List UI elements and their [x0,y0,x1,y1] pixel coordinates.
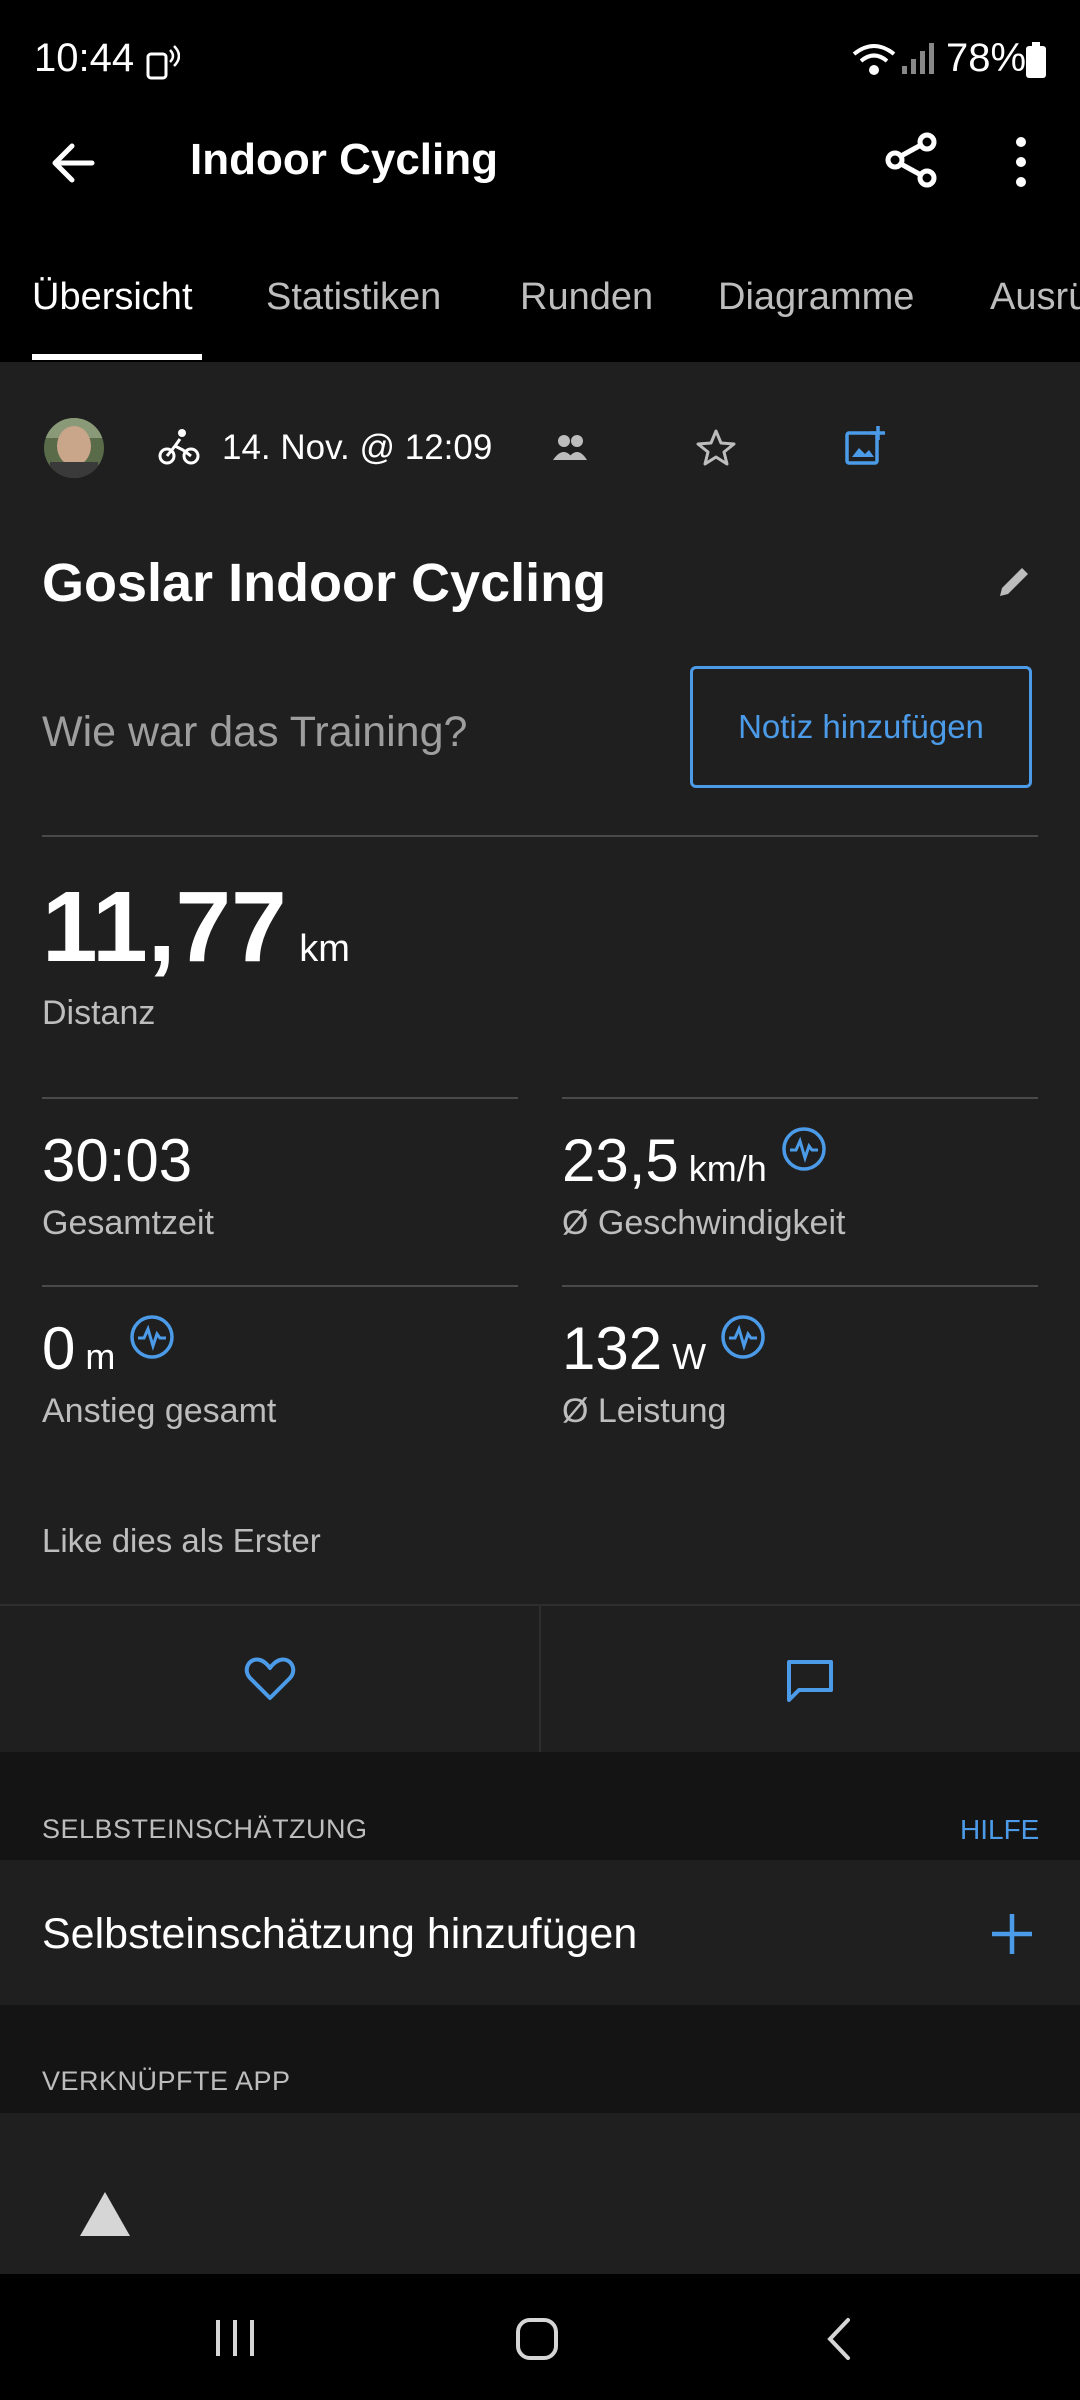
avg-power-label: Ø Leistung [562,1392,727,1430]
sensor-badge-icon [721,1315,765,1359]
edit-pencil-icon[interactable] [996,562,1034,600]
tab-statistics[interactable]: Statistiken [266,276,441,319]
activity-date: 14. Nov. @ 12:09 [222,428,493,467]
tab-overview[interactable]: Übersicht [32,276,193,319]
avg-speed-label: Ø Geschwindigkeit [562,1204,846,1242]
distance-value: 11,77 [42,871,287,983]
signal-icon [902,43,934,74]
total-time-label: Gesamtzeit [42,1204,214,1242]
help-link[interactable]: HILFE [960,1814,1039,1846]
comment-button[interactable] [541,1606,1080,1752]
divider [562,1097,1038,1099]
like-button[interactable] [0,1606,539,1752]
people-icon[interactable] [552,432,588,462]
self-eval-caption: SELBSTEINSCHÄTZUNG [42,1814,368,1844]
divider [562,1285,1038,1287]
more-options-icon[interactable] [1008,134,1034,190]
distance-stat: 11,77 km [42,870,350,985]
tab-charts[interactable]: Diagramme [718,276,914,319]
sensor-badge-icon [782,1127,826,1171]
recent-apps-icon[interactable] [212,2318,258,2358]
page-title: Indoor Cycling [190,135,498,184]
status-time: 10:44 [34,36,135,80]
home-icon[interactable] [514,2316,560,2362]
activity-name: Goslar Indoor Cycling [42,553,607,613]
linked-app-caption: VERKNÜPFTE APP [42,2066,291,2096]
share-icon[interactable] [884,132,940,188]
divider [42,1285,518,1287]
like-prompt: Like dies als Erster [42,1522,321,1559]
tab-gear[interactable]: Ausrü [990,276,1080,319]
tab-laps[interactable]: Runden [520,276,653,319]
star-icon[interactable] [696,428,736,466]
divider [42,1097,518,1099]
sensor-badge-icon [130,1315,175,1359]
distance-unit: km [299,928,350,970]
wifi-icon [852,44,896,75]
ascent-label: Anstieg gesamt [42,1392,277,1430]
avg-power-value: 132 W [562,1314,766,1383]
battery-icon [1026,42,1046,78]
total-time-value: 30:03 [42,1127,193,1194]
avg-speed-value: 23,5 km/h [562,1126,827,1195]
system-back-icon[interactable] [822,2316,854,2362]
tab-active-indicator [32,354,202,360]
plus-icon[interactable] [988,1910,1036,1958]
battery-percent: 78% [946,36,1027,80]
distance-label: Distanz [42,994,156,1032]
add-photo-icon[interactable] [844,424,886,466]
cycling-icon [158,429,200,465]
divider [42,835,1038,837]
add-self-eval-label: Selbsteinschätzung hinzufügen [42,1910,638,1958]
note-prompt: Wie war das Training? [42,708,468,756]
heart-icon [244,1657,296,1700]
ascent-value: 0m [42,1314,175,1383]
add-note-button[interactable]: Notiz hinzufügen [690,666,1032,788]
comment-icon [787,1660,833,1702]
connect-iq-logo-icon [80,2192,130,2236]
avatar[interactable] [42,416,106,480]
notification-icon [146,45,180,80]
linked-app-row[interactable] [0,2113,1080,2274]
back-arrow-icon[interactable] [48,138,98,188]
